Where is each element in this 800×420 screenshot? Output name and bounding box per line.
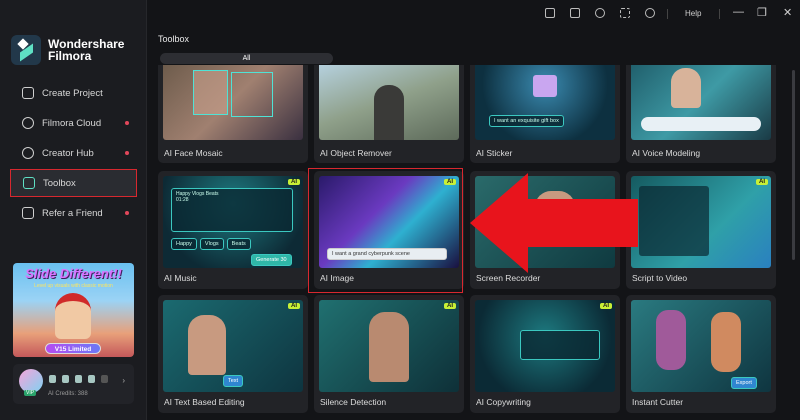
prompt-text: I want an exquisite gift box (489, 115, 564, 127)
chevron-right-icon[interactable]: › (122, 376, 125, 385)
restore-button[interactable]: ❐ (757, 6, 767, 19)
thumbnail (631, 65, 771, 140)
ai-badge: AI (288, 179, 300, 185)
tool-label: AI Text Based Editing (164, 397, 245, 407)
gift-icon (22, 207, 34, 219)
thumbnail: Text (163, 300, 303, 392)
tool-card-ai-face-mosaic[interactable]: AI Face Mosaic (158, 65, 308, 163)
generate-button: Generate 30 (251, 254, 292, 266)
tool-label: AI Sticker (476, 148, 513, 158)
export-button: Export (731, 377, 757, 389)
filmora-logo-icon (11, 35, 41, 65)
user-panel[interactable]: VIP AI Credits: 388 › (13, 364, 134, 404)
notes-icon[interactable] (570, 8, 580, 18)
tool-card-ai-text-based-editing[interactable]: Text AI AI Text Based Editing (158, 295, 308, 413)
thumbnail (631, 176, 771, 268)
nav-label: Creator Hub (42, 147, 94, 159)
vip-badge: VIP (24, 390, 37, 396)
promo-subtitle: Level up visuals with classic motion (34, 283, 113, 289)
thumbnail (475, 300, 615, 392)
credit-gems (49, 375, 108, 383)
nav-label: Filmora Cloud (42, 117, 102, 129)
tool-card-script-to-video[interactable]: AI Script to Video (626, 171, 776, 289)
tag: Beats (226, 238, 251, 250)
app-logo: Wondershare Filmora (11, 35, 124, 65)
tool-label: AI Music (164, 273, 197, 283)
ai-image-highlight-box (308, 168, 463, 293)
tool-card-ai-copywriting[interactable]: AI AI Copywriting (470, 295, 620, 413)
ai-badge: AI (444, 303, 456, 309)
tool-label: AI Face Mosaic (164, 148, 223, 158)
sidebar-item-create-project[interactable]: Create Project (10, 79, 137, 107)
thumbnail (319, 300, 459, 392)
tag: Happy (171, 238, 197, 250)
promo-banner[interactable]: Slide Different!! Level up visuals with … (13, 263, 134, 357)
ai-badge: AI (756, 179, 768, 185)
sidebar: Wondershare Filmora Create Project Filmor… (0, 0, 147, 420)
tab-all[interactable]: All (160, 53, 333, 64)
notification-dot (125, 211, 129, 215)
thumbnail (163, 65, 303, 140)
tool-card-ai-music[interactable]: Happy Vlogs Beats 01:28 Happy Vlogs Beats… (158, 171, 308, 289)
help-button[interactable]: Help (685, 9, 701, 18)
brand-line2: Filmora (48, 49, 92, 63)
notification-dot (125, 151, 129, 155)
nav-label: Refer a Friend (42, 207, 103, 219)
scrollbar[interactable] (792, 70, 795, 260)
sidebar-item-filmora-cloud[interactable]: Filmora Cloud (10, 109, 137, 137)
bulb-icon (22, 147, 34, 159)
minimize-button[interactable]: — (733, 6, 744, 18)
tool-label: Screen Recorder (476, 273, 541, 283)
tool-card-silence-detection[interactable]: AI Silence Detection (314, 295, 464, 413)
nav-label: Create Project (42, 87, 103, 99)
tag: Vlogs (199, 238, 224, 250)
cloud-upload-icon[interactable] (595, 8, 605, 18)
nav-label: Toolbox (43, 177, 76, 189)
feedback-icon[interactable] (545, 8, 555, 18)
ai-credits: AI Credits: 388 (48, 391, 88, 397)
tool-card-ai-sticker[interactable]: I want an exquisite gift box AI Sticker (470, 65, 620, 163)
tool-card-ai-object-remover[interactable]: AI Object Remover (314, 65, 464, 163)
tool-card-instant-cutter[interactable]: Export Instant Cutter (626, 295, 776, 413)
tool-label: AI Object Remover (320, 148, 392, 158)
sidebar-item-creator-hub[interactable]: Creator Hub (10, 139, 137, 167)
cloud-icon (22, 117, 34, 129)
page-title: Toolbox (158, 34, 190, 44)
notification-dot (125, 121, 129, 125)
tool-label: AI Copywriting (476, 397, 531, 407)
thumbnail: Export (631, 300, 771, 392)
ai-badge: AI (288, 303, 300, 309)
add-file-icon (22, 87, 34, 99)
thumbnail (319, 65, 459, 140)
tool-label: Instant Cutter (632, 397, 684, 407)
tool-label: Silence Detection (320, 397, 387, 407)
sidebar-item-toolbox[interactable]: Toolbox (10, 169, 137, 197)
titlebar (147, 0, 800, 28)
track-time: 01:28 (176, 197, 189, 203)
tool-card-ai-voice-modeling[interactable]: AI Voice Modeling (626, 65, 776, 163)
tool-label: AI Voice Modeling (632, 148, 701, 158)
ai-badge: AI (600, 303, 612, 309)
toolbox-icon (23, 177, 35, 189)
support-icon[interactable] (645, 8, 655, 18)
thumbnail: Happy Vlogs Beats 01:28 Happy Vlogs Beats… (163, 176, 303, 268)
tool-label: Script to Video (632, 273, 688, 283)
text-button: Text (223, 375, 244, 387)
red-arrow-annotation (470, 173, 638, 273)
sidebar-item-refer-a-friend[interactable]: Refer a Friend (10, 199, 137, 227)
thumbnail: I want an exquisite gift box (475, 65, 615, 140)
promo-badge: V15 Limited (45, 343, 101, 354)
grid-icon[interactable] (620, 8, 630, 18)
close-button[interactable]: ✕ (783, 6, 792, 19)
promo-image (55, 293, 91, 339)
promo-title: Slide Different!! (25, 266, 122, 281)
